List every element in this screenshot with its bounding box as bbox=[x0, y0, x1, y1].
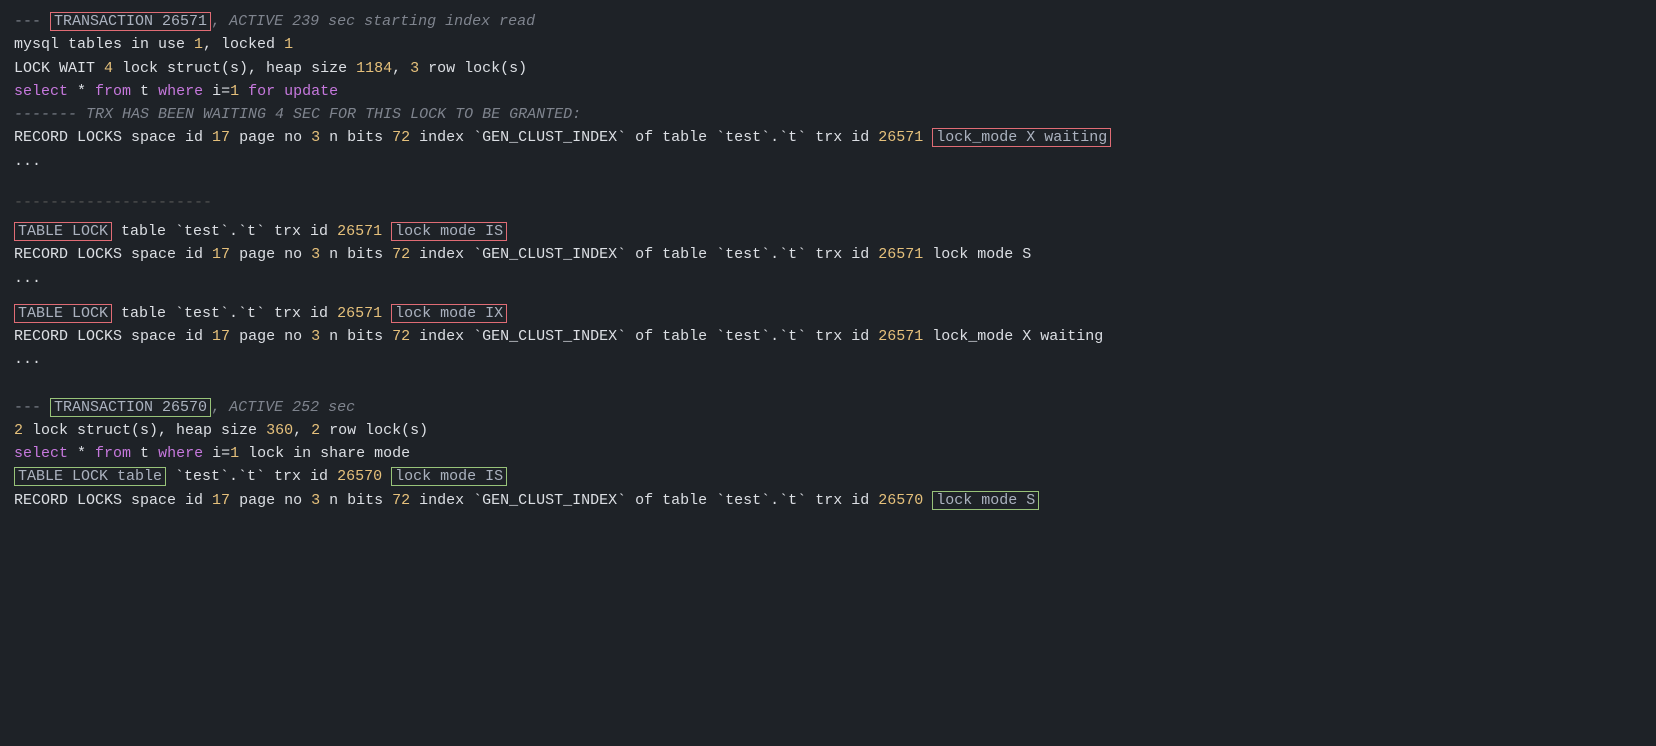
lock-mode-ix-badge: lock mode IX bbox=[391, 304, 507, 323]
line-divider-1: ---------------------- bbox=[14, 191, 1642, 214]
line-2-lock-structs: 2 lock struct(s), heap size 360, 2 row l… bbox=[14, 419, 1642, 442]
line-record-locks-3: RECORD LOCKS space id 17 page no 3 n bit… bbox=[14, 325, 1642, 348]
line-select-stmt-2: select * from t where i=1 lock in share … bbox=[14, 442, 1642, 465]
table-lock-badge-1: TABLE LOCK bbox=[14, 222, 112, 241]
line-record-locks-1: RECORD LOCKS space id 17 page no 3 n bit… bbox=[14, 126, 1642, 149]
lock-mode-s-badge-green: lock mode S bbox=[932, 491, 1039, 510]
line-ellipsis-2: ... bbox=[14, 267, 1642, 290]
line-table-lock-ix: TABLE LOCK table `test`.`t` trx id 26571… bbox=[14, 302, 1642, 325]
line-record-locks-2: RECORD LOCKS space id 17 page no 3 n bit… bbox=[14, 243, 1642, 266]
line-trx-waiting: ------- TRX HAS BEEN WAITING 4 SEC FOR T… bbox=[14, 103, 1642, 126]
lock-mode-is5-badge-green: lock mode IS bbox=[391, 467, 507, 486]
table-lock-badge-2: TABLE LOCK bbox=[14, 304, 112, 323]
line-table-lock-is: TABLE LOCK table `test`.`t` trx id 26571… bbox=[14, 220, 1642, 243]
line-ellipsis-1: ... bbox=[14, 150, 1642, 173]
terminal-output: --- TRANSACTION 26571, ACTIVE 239 sec st… bbox=[14, 10, 1642, 512]
line-select-stmt-1: select * from t where i=1 for update bbox=[14, 80, 1642, 103]
tx-26571-badge: TRANSACTION 26571 bbox=[50, 12, 211, 31]
lock-mode-is-badge: lock mode IS bbox=[391, 222, 507, 241]
line-lock-wait: LOCK WAIT 4 lock struct(s), heap size 11… bbox=[14, 57, 1642, 80]
line-ellipsis-3: ... bbox=[14, 348, 1642, 371]
line-mysql-tables: mysql tables in use 1, locked 1 bbox=[14, 33, 1642, 56]
line-tx-26570-header: --- TRANSACTION 26570, ACTIVE 252 sec bbox=[14, 396, 1642, 419]
lock-mode-x-waiting-badge: lock_mode X waiting bbox=[932, 128, 1111, 147]
line-table-lock-is5: TABLE LOCK table `test`.`t` trx id 26570… bbox=[14, 465, 1642, 488]
tx-26570-badge: TRANSACTION 26570 bbox=[50, 398, 211, 417]
line-record-locks-4: RECORD LOCKS space id 17 page no 3 n bit… bbox=[14, 489, 1642, 512]
table-lock-table-badge-green: TABLE LOCK table bbox=[14, 467, 166, 486]
line-tx-26571-header: --- TRANSACTION 26571, ACTIVE 239 sec st… bbox=[14, 10, 1642, 33]
